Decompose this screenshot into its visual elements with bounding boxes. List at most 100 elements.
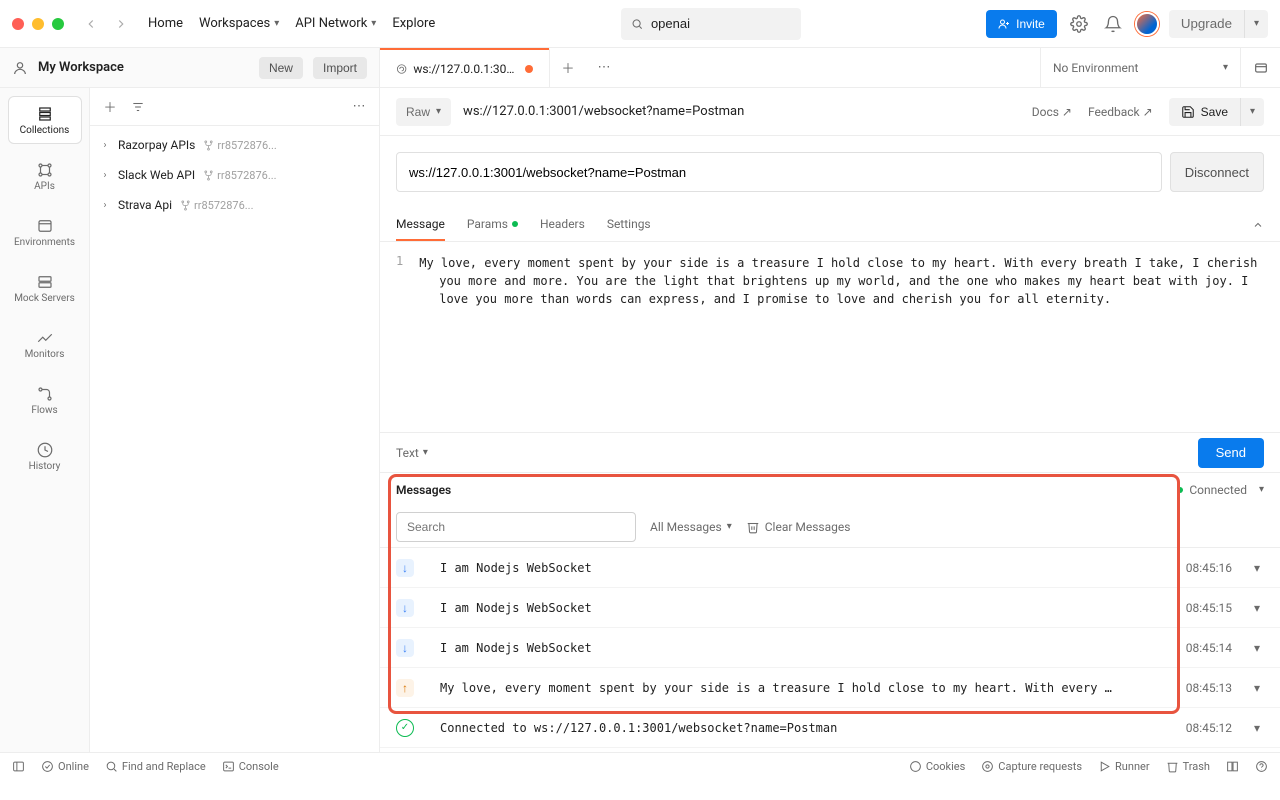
filter-button[interactable] xyxy=(130,93,339,121)
new-tab-button[interactable]: ＋ xyxy=(550,48,586,87)
tab-websocket[interactable]: ws://127.0.0.1:3001/wet xyxy=(380,48,550,87)
chevron-down-icon[interactable]: ▾ xyxy=(1250,601,1264,615)
chevron-right-icon: › xyxy=(100,170,110,181)
sidebar: ＋ ⋯ › Razorpay APIs rr8572876... › Slack… xyxy=(90,88,380,752)
save-button[interactable]: Save xyxy=(1169,98,1240,126)
nav-api-network[interactable]: API Network▾ xyxy=(295,16,376,31)
messages-search-input[interactable] xyxy=(396,512,636,542)
sb-runner[interactable]: Runner xyxy=(1098,760,1150,773)
sb-console[interactable]: Console xyxy=(222,760,279,773)
online-icon xyxy=(41,760,54,773)
rail-mock-servers[interactable]: Mock Servers xyxy=(8,264,82,312)
message-time: 08:45:14 xyxy=(1186,641,1232,655)
subtab-params[interactable]: Params xyxy=(467,208,518,241)
upgrade-button[interactable]: Upgrade xyxy=(1169,10,1244,38)
clear-messages-button[interactable]: Clear Messages xyxy=(746,520,851,534)
env-quicklook[interactable] xyxy=(1240,48,1280,87)
message-row[interactable]: ↓ I am Nodejs WebSocket 08:45:16 ▾ xyxy=(380,548,1280,588)
nav-back[interactable] xyxy=(80,13,102,35)
connection-status: Connected ▾ xyxy=(1177,483,1264,497)
environment-selector[interactable]: No Environment ▾ xyxy=(1040,48,1240,87)
sb-layout[interactable] xyxy=(1226,760,1239,773)
arrow-down-icon: ↓ xyxy=(396,599,414,617)
subtab-message[interactable]: Message xyxy=(396,208,445,241)
chevron-down-icon[interactable]: ▾ xyxy=(1250,641,1264,655)
nav-explore[interactable]: Explore xyxy=(392,16,435,31)
panel-icon xyxy=(12,760,25,773)
chevron-down-icon[interactable]: ▾ xyxy=(1250,721,1264,735)
editor-text: My love, every moment spent by your side… xyxy=(419,254,1264,420)
fork-badge: rr8572876... xyxy=(180,199,253,212)
upgrade-dropdown[interactable]: ▾ xyxy=(1244,10,1268,38)
rail-history[interactable]: History xyxy=(8,432,82,480)
chevron-down-icon[interactable]: ▾ xyxy=(1250,681,1264,695)
disconnect-button[interactable]: Disconnect xyxy=(1170,152,1264,192)
message-row[interactable]: ↓ I am Nodejs WebSocket 08:45:15 ▾ xyxy=(380,588,1280,628)
sb-find-replace[interactable]: Find and Replace xyxy=(105,760,206,773)
nav-forward[interactable] xyxy=(110,13,132,35)
chevron-down-icon: ▾ xyxy=(371,18,376,29)
subtab-settings[interactable]: Settings xyxy=(607,208,651,241)
rail-environments[interactable]: Environments xyxy=(8,208,82,256)
nav-home[interactable]: Home xyxy=(148,16,183,31)
search-input[interactable] xyxy=(651,16,791,31)
sb-capture[interactable]: Capture requests xyxy=(981,760,1082,773)
line-number: 1 xyxy=(396,254,403,420)
tab-options[interactable]: ⋯ xyxy=(586,48,622,87)
invite-button[interactable]: Invite xyxy=(986,10,1057,38)
sb-help[interactable] xyxy=(1255,760,1268,773)
new-button[interactable]: New xyxy=(259,57,303,79)
rail-collections[interactable]: Collections xyxy=(8,96,82,144)
protocol-selector[interactable]: Raw▾ xyxy=(396,98,451,126)
avatar[interactable] xyxy=(1135,12,1159,36)
chevron-down-icon[interactable]: ▾ xyxy=(1259,484,1264,495)
nav-workspaces[interactable]: Workspaces▾ xyxy=(199,16,279,31)
collection-item[interactable]: › Strava Api rr8572876... xyxy=(90,190,379,220)
url-input[interactable] xyxy=(396,152,1162,192)
message-time: 08:45:16 xyxy=(1186,561,1232,575)
sb-panel-toggle[interactable] xyxy=(12,760,25,773)
messages-filter[interactable]: All Messages▾ xyxy=(650,520,732,534)
collection-item[interactable]: › Razorpay APIs rr8572876... xyxy=(90,130,379,160)
close-window[interactable] xyxy=(12,18,24,30)
save-dropdown[interactable]: ▾ xyxy=(1240,98,1264,126)
import-button[interactable]: Import xyxy=(313,57,367,79)
sb-cookies[interactable]: Cookies xyxy=(909,760,965,773)
sb-trash[interactable]: Trash xyxy=(1166,760,1210,773)
collapse-button[interactable] xyxy=(1252,219,1264,231)
rail-apis[interactable]: APIs xyxy=(8,152,82,200)
fork-badge: rr8572876... xyxy=(203,169,276,182)
create-collection-button[interactable]: ＋ xyxy=(96,93,124,121)
feedback-link[interactable]: Feedback ↗ xyxy=(1088,105,1153,119)
notifications-button[interactable] xyxy=(1101,12,1125,36)
subtab-headers[interactable]: Headers xyxy=(540,208,585,241)
message-format-selector[interactable]: Text▾ xyxy=(396,446,428,460)
rail-flows[interactable]: Flows xyxy=(8,376,82,424)
settings-button[interactable] xyxy=(1067,12,1091,36)
docs-link[interactable]: Docs ↗ xyxy=(1032,105,1072,119)
chevron-down-icon[interactable]: ▾ xyxy=(1250,561,1264,575)
collection-item[interactable]: › Slack Web API rr8572876... xyxy=(90,160,379,190)
console-icon xyxy=(222,760,235,773)
workspace-name[interactable]: My Workspace xyxy=(38,60,249,75)
message-row[interactable]: ✓ Connected to ws://127.0.0.1:3001/webso… xyxy=(380,708,1280,748)
rail-monitors[interactable]: Monitors xyxy=(8,320,82,368)
message-time: 08:45:15 xyxy=(1186,601,1232,615)
message-time: 08:45:12 xyxy=(1186,721,1232,735)
arrow-down-icon: ↓ xyxy=(396,559,414,577)
minimize-window[interactable] xyxy=(32,18,44,30)
sidebar-options[interactable]: ⋯ xyxy=(345,93,373,121)
send-button[interactable]: Send xyxy=(1198,438,1264,468)
message-row[interactable]: ↑ My love, every moment spent by your si… xyxy=(380,668,1280,708)
message-editor[interactable]: 1 My love, every moment spent by your si… xyxy=(380,242,1280,432)
message-row[interactable]: ↓ I am Nodejs WebSocket 08:45:14 ▾ xyxy=(380,628,1280,668)
fork-icon xyxy=(203,170,214,181)
global-search[interactable] xyxy=(621,8,801,40)
maximize-window[interactable] xyxy=(52,18,64,30)
collection-name: Razorpay APIs xyxy=(118,138,195,152)
chevron-down-icon: ▾ xyxy=(1250,106,1255,117)
breadcrumb: ws://127.0.0.1:3001/websocket?name=Postm… xyxy=(463,104,744,119)
chevron-down-icon: ▾ xyxy=(1223,62,1228,73)
search-icon xyxy=(105,760,118,773)
sb-online[interactable]: Online xyxy=(41,760,89,773)
